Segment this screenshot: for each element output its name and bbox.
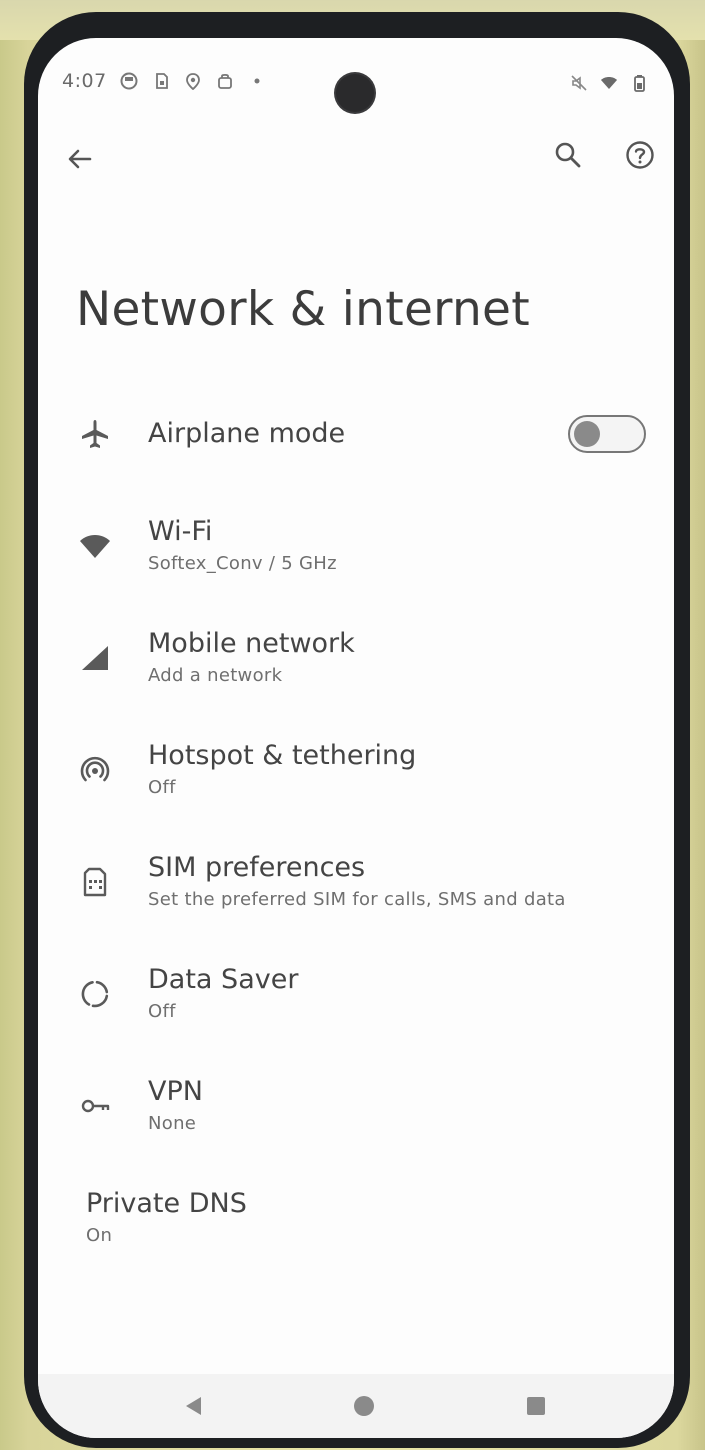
row-summary: Off xyxy=(148,777,176,798)
airplane-icon xyxy=(76,415,114,453)
settings-row-airplane-mode[interactable]: Airplane mode xyxy=(38,378,674,490)
row-title: Data Saver xyxy=(148,964,299,995)
row-title: Airplane mode xyxy=(148,418,346,449)
row-text: Data Saver Off xyxy=(148,962,298,1026)
top-app-bar xyxy=(38,133,674,193)
sim-card-icon xyxy=(76,863,114,901)
row-title: SIM preferences xyxy=(148,852,366,883)
navigation-bar xyxy=(38,1374,674,1438)
settings-row-data-saver[interactable]: Data Saver Off xyxy=(38,938,674,1050)
screen: 4:07 Network & internet Airplane mode Wi… xyxy=(38,38,674,1438)
notification-icon xyxy=(120,72,138,90)
key-icon xyxy=(76,1087,114,1125)
row-text: Airplane mode xyxy=(148,416,345,452)
row-title: Mobile network xyxy=(148,628,355,659)
search-button[interactable] xyxy=(546,133,590,177)
signal-icon xyxy=(76,639,114,677)
status-time: 4:07 xyxy=(62,70,107,92)
wifi-signal-icon xyxy=(600,74,618,92)
settings-row-private-dns[interactable]: Private DNS On xyxy=(38,1162,674,1274)
settings-row-vpn[interactable]: VPN None xyxy=(38,1050,674,1162)
airplane-mode-toggle[interactable] xyxy=(568,415,646,453)
row-text: Wi-Fi Softex_Conv / 5 GHz xyxy=(148,514,337,578)
row-summary: None xyxy=(148,1113,197,1134)
row-title: VPN xyxy=(148,1076,203,1107)
arrow-back-icon xyxy=(68,149,92,169)
status-icons-right xyxy=(570,74,648,92)
row-text: Mobile network Add a network xyxy=(148,626,355,690)
phone-frame: 4:07 Network & internet Airplane mode Wi… xyxy=(24,12,690,1448)
data-saver-icon xyxy=(76,975,114,1013)
nav-recents-icon xyxy=(527,1397,545,1415)
help-icon xyxy=(626,141,654,169)
bag-icon xyxy=(216,72,234,90)
page-title: Network & internet xyxy=(76,282,530,337)
row-summary: On xyxy=(86,1225,113,1246)
row-text: Hotspot & tethering Off xyxy=(148,738,416,802)
battery-icon xyxy=(630,74,648,92)
row-text: SIM preferences Set the preferred SIM fo… xyxy=(148,850,566,914)
settings-list: Airplane mode Wi-Fi Softex_Conv / 5 GHz xyxy=(38,378,674,1274)
row-summary: Softex_Conv / 5 GHz xyxy=(148,553,337,574)
status-icons-left xyxy=(120,72,266,90)
row-summary: Set the preferred SIM for calls, SMS and… xyxy=(148,889,566,910)
help-button[interactable] xyxy=(618,133,662,177)
dot-icon xyxy=(248,72,266,90)
settings-row-sim-preferences[interactable]: SIM preferences Set the preferred SIM fo… xyxy=(38,826,674,938)
mute-icon xyxy=(570,74,588,92)
back-button[interactable] xyxy=(58,137,102,181)
row-summary: Add a network xyxy=(148,665,283,686)
nav-home-icon xyxy=(354,1396,374,1416)
row-text: VPN None xyxy=(148,1074,203,1138)
location-icon xyxy=(184,72,202,90)
search-icon xyxy=(555,142,581,168)
row-title: Hotspot & tethering xyxy=(148,740,417,771)
settings-row-mobile-network[interactable]: Mobile network Add a network xyxy=(38,602,674,714)
wifi-icon xyxy=(76,527,114,565)
nav-back-icon xyxy=(186,1397,201,1415)
settings-row-wifi[interactable]: Wi-Fi Softex_Conv / 5 GHz xyxy=(38,490,674,602)
nav-back-button[interactable] xyxy=(174,1386,214,1426)
hotspot-icon xyxy=(76,751,114,789)
row-title: Private DNS xyxy=(86,1188,247,1219)
row-title: Wi-Fi xyxy=(148,516,213,547)
sim-notification-icon xyxy=(152,72,170,90)
row-text: Private DNS On xyxy=(86,1186,247,1250)
settings-row-hotspot[interactable]: Hotspot & tethering Off xyxy=(38,714,674,826)
front-camera xyxy=(336,74,374,112)
status-bar: 4:07 xyxy=(38,38,674,128)
nav-home-button[interactable] xyxy=(344,1386,384,1426)
row-summary: Off xyxy=(148,1001,176,1022)
toggle-knob xyxy=(574,421,600,447)
nav-recents-button[interactable] xyxy=(516,1386,556,1426)
